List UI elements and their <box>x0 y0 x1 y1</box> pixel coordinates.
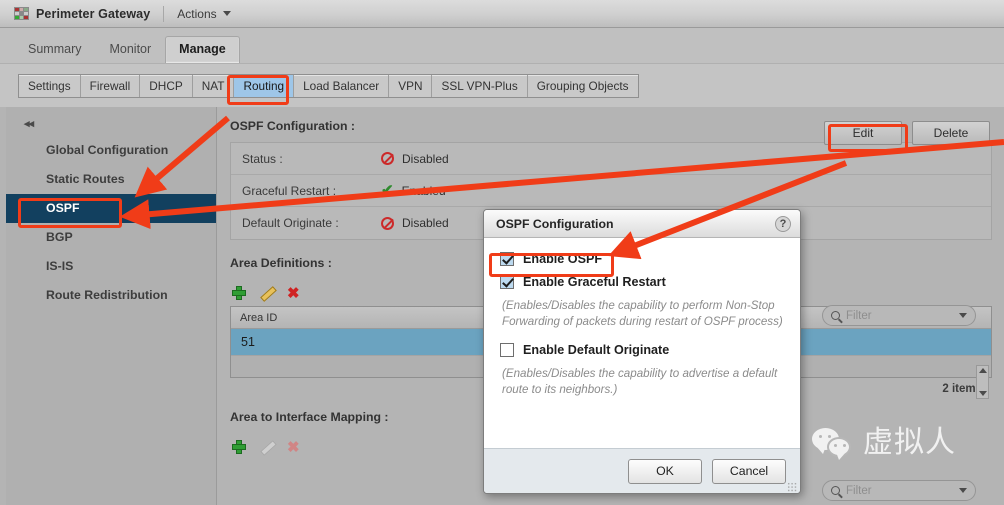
enable-ospf-row[interactable]: Enable OSPF <box>500 252 784 266</box>
status-row-graceful-restart: Graceful Restart : ✔ Enabled <box>231 175 991 207</box>
tab-summary[interactable]: Summary <box>14 36 95 63</box>
sidebar-item-static-routes[interactable]: Static Routes <box>6 165 216 194</box>
status-row-value: Disabled <box>402 216 449 230</box>
dialog-body: Enable OSPF Enable Graceful Restart (Ena… <box>484 238 800 448</box>
delete-button[interactable]: Delete <box>912 121 990 145</box>
subtab-nat[interactable]: NAT <box>193 74 235 97</box>
dialog-footer: OK Cancel <box>484 448 800 493</box>
delete-icon[interactable]: ✖ <box>287 286 300 301</box>
tab-manage[interactable]: Manage <box>165 36 240 63</box>
enable-ospf-checkbox[interactable] <box>500 252 514 266</box>
sub-tab-bar: Settings Firewall DHCP NAT Routing Load … <box>0 63 1004 107</box>
subtab-vpn[interactable]: VPN <box>389 74 433 97</box>
left-navigation-panel: ◂◂ Global Configuration Static Routes OS… <box>6 107 217 505</box>
edit-icon[interactable] <box>259 286 274 300</box>
status-row-label: Default Originate : <box>242 216 339 230</box>
enable-graceful-restart-row[interactable]: Enable Graceful Restart <box>500 275 784 289</box>
area-definitions-filter[interactable]: Filter <box>822 305 976 326</box>
chevron-down-icon[interactable] <box>959 488 967 493</box>
cancel-button[interactable]: Cancel <box>712 459 786 484</box>
chevron-down-icon <box>222 11 231 16</box>
search-input[interactable]: Filter <box>846 485 953 497</box>
dialog-titlebar: OSPF Configuration ? <box>484 210 800 238</box>
search-input[interactable]: Filter <box>846 310 953 322</box>
subtab-settings[interactable]: Settings <box>19 74 81 97</box>
search-icon <box>831 311 840 320</box>
chevron-down-icon[interactable] <box>959 313 967 318</box>
ok-button[interactable]: OK <box>628 459 702 484</box>
ospf-action-buttons: Edit Delete <box>824 121 990 145</box>
window-titlebar: Perimeter Gateway Actions <box>0 0 1004 28</box>
sidebar-item-is-is[interactable]: IS-IS <box>6 252 216 281</box>
subtab-ssl-vpn-plus[interactable]: SSL VPN-Plus <box>432 74 528 97</box>
scroll-down-icon[interactable] <box>978 391 987 396</box>
sidebar-item-ospf[interactable]: OSPF <box>6 194 216 223</box>
resize-grip-icon[interactable] <box>787 482 797 492</box>
application-window: Perimeter Gateway Actions Summary Monito… <box>0 0 1004 505</box>
add-icon[interactable] <box>232 440 246 454</box>
edit-icon <box>259 440 274 454</box>
default-originate-hint: (Enables/Disables the capability to adve… <box>502 367 778 396</box>
primary-tab-bar: Summary Monitor Manage <box>0 28 1004 63</box>
status-row-value: Disabled <box>402 151 449 166</box>
sidebar-item-route-redistribution[interactable]: Route Redistribution <box>6 281 216 310</box>
subtab-routing[interactable]: Routing <box>234 74 295 97</box>
subtab-grouping-objects[interactable]: Grouping Objects <box>528 75 638 97</box>
subtab-load-balancer[interactable]: Load Balancer <box>294 74 390 97</box>
sidebar-item-bgp[interactable]: BGP <box>6 223 216 252</box>
nsx-edge-icon <box>14 7 29 20</box>
enable-graceful-restart-checkbox[interactable] <box>500 275 514 289</box>
enable-ospf-label: Enable OSPF <box>523 252 603 266</box>
disabled-icon <box>381 216 394 230</box>
help-icon[interactable]: ? <box>775 215 791 232</box>
area-interface-mapping-filter[interactable]: Filter <box>822 480 976 501</box>
grid-scrollbar[interactable] <box>976 365 989 399</box>
actions-menu-label: Actions <box>177 6 217 21</box>
status-row-label: Status : <box>242 151 283 166</box>
enabled-check-icon: ✔ <box>381 181 394 199</box>
enable-default-originate-label: Enable Default Originate <box>523 343 670 357</box>
status-row-value-wrap: ✔ Enabled <box>381 181 446 199</box>
enable-graceful-restart-label: Enable Graceful Restart <box>523 275 666 289</box>
enable-default-originate-checkbox[interactable] <box>500 343 514 357</box>
status-row-value-wrap: Disabled <box>381 152 449 166</box>
page-title: Perimeter Gateway <box>36 6 151 21</box>
add-icon[interactable] <box>232 286 246 300</box>
disabled-icon <box>381 152 394 165</box>
graceful-restart-hint: (Enables/Disables the capability to perf… <box>502 299 783 328</box>
edit-button[interactable]: Edit <box>824 121 902 145</box>
subtab-firewall[interactable]: Firewall <box>81 74 141 97</box>
delete-icon: ✖ <box>287 438 300 456</box>
status-row-value-wrap: Disabled <box>381 216 449 230</box>
titlebar-divider <box>163 5 165 22</box>
search-icon <box>831 486 840 495</box>
ospf-configuration-dialog: OSPF Configuration ? Enable OSPF Enable … <box>483 209 801 494</box>
status-row-label: Graceful Restart : <box>242 183 337 198</box>
sidebar-item-global-configuration[interactable]: Global Configuration <box>6 136 216 165</box>
scroll-up-icon[interactable] <box>978 368 987 373</box>
dialog-title: OSPF Configuration <box>496 216 614 231</box>
status-row-status: Status : Disabled <box>231 143 991 175</box>
enable-default-originate-row[interactable]: Enable Default Originate <box>500 343 784 357</box>
sub-tab-group: Settings Firewall DHCP NAT Routing Load … <box>18 73 639 98</box>
subtab-dhcp[interactable]: DHCP <box>140 74 193 97</box>
status-row-value: Enabled <box>401 183 446 198</box>
actions-menu-button[interactable]: Actions <box>177 6 231 21</box>
tab-monitor[interactable]: Monitor <box>95 36 165 63</box>
collapse-panel-icon[interactable]: ◂◂ <box>24 117 42 130</box>
